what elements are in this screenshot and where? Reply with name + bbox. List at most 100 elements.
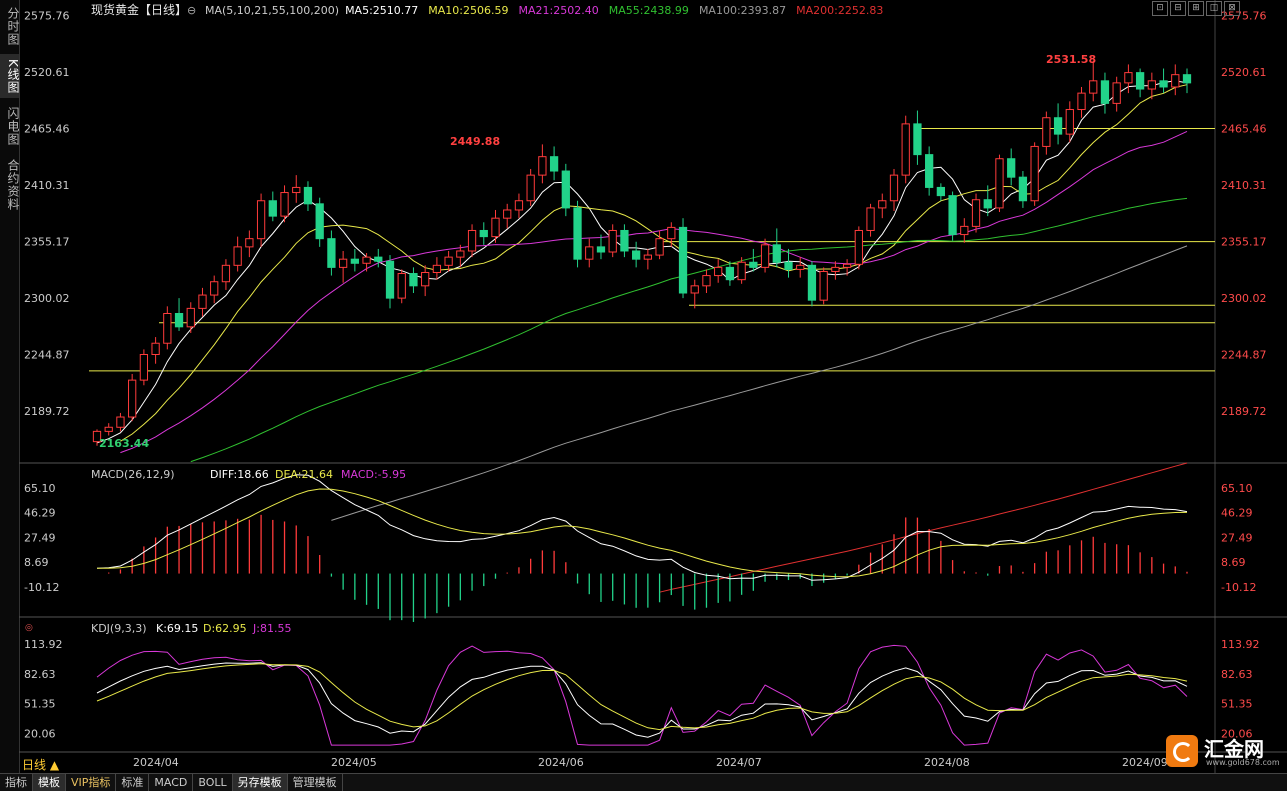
candle-body [444, 256, 453, 266]
tab-save-template[interactable]: 另存模板 [232, 774, 288, 791]
split-icon[interactable]: ◫ [1206, 1, 1222, 16]
tab-contract-info[interactable]: 合约资料 [0, 156, 20, 214]
candle-body [678, 226, 688, 294]
candle-body [151, 342, 160, 356]
candle-body [409, 273, 418, 287]
tab-flash[interactable]: 闪电图 [0, 104, 20, 148]
kdj-marker-icon[interactable]: ◎ [25, 623, 33, 633]
tab-standard[interactable]: 标准 [116, 774, 150, 791]
ma5-line [96, 80, 1188, 444]
date-label: 2024/05 [331, 756, 377, 769]
price-tick-right: 2410.31 [1221, 179, 1267, 192]
date-label: 2024/04 [133, 756, 179, 769]
candle-body [796, 264, 805, 270]
candle-body [397, 273, 406, 299]
price-axis-left: 2575.76 2520.61 2465.46 2410.31 2355.17 2300.… [24, 9, 70, 418]
price-tick-left: 2189.72 [24, 405, 70, 418]
kdj-j: J:81.55 [252, 622, 291, 635]
candle-body [596, 246, 606, 253]
kdj-k: K:69.15 [156, 622, 198, 635]
date-label: 2024/08 [924, 756, 970, 769]
tab-boll[interactable]: BOLL [193, 774, 233, 791]
candle-body [784, 261, 793, 270]
macd-tick-right: 65.10 [1221, 482, 1253, 495]
candle-body [1171, 74, 1180, 88]
minimize-icon[interactable]: ⊟ [1170, 1, 1186, 16]
kdj-tick-right: 51.35 [1221, 698, 1253, 711]
settings-icon[interactable]: ⊖ [187, 4, 196, 17]
candle-body [221, 264, 231, 283]
kdj-d-line [96, 663, 1188, 731]
candle-body [878, 200, 887, 209]
close-icon[interactable]: ⊠ [1224, 1, 1240, 16]
kdj-tick-right: 82.63 [1221, 668, 1253, 681]
candle-body [338, 258, 348, 268]
candle-body [831, 266, 840, 272]
candle-body [702, 275, 711, 287]
ma10-value: MA10:2506.59 [428, 4, 508, 17]
price-tick-right: 2520.61 [1221, 66, 1267, 79]
tab-kline[interactable]: K线图 [0, 54, 20, 98]
candle-body [1053, 117, 1063, 135]
macd-tick-left: 27.49 [24, 531, 56, 544]
candle-body [655, 238, 664, 256]
macd-tick-left: 65.10 [24, 482, 56, 495]
tab-macd[interactable]: MACD [149, 774, 194, 791]
candle-body [690, 285, 699, 294]
logo: 汇金网 www.gold678.com [1166, 733, 1280, 769]
candle-body [1065, 109, 1074, 135]
kline-chart[interactable]: 65.10 65.10 46.29 46.29 27.49 27.49 8.69 8.69 -1… [19, 0, 1287, 773]
candle-body [643, 254, 652, 260]
candle-body [350, 258, 359, 264]
price-tick-right: 2355.17 [1221, 236, 1267, 249]
candle-body [620, 229, 629, 252]
candle-body [819, 270, 828, 301]
price-tick-right: 2244.87 [1221, 349, 1267, 362]
candle-body [104, 426, 113, 432]
candle-body [186, 307, 195, 328]
candle-body [174, 313, 184, 328]
bottom-toolbar: 指标 模板 VIP指标 标准 MACD BOLL 另存模板 管理模板 [0, 773, 1287, 791]
price-axis-right: 2575.762520.612465.462410.312355.172300.… [1221, 9, 1267, 418]
macd-tick-right: 8.69 [1221, 556, 1246, 569]
candle-body [456, 250, 465, 258]
candle-body [807, 264, 817, 301]
sidebar: 分时图 K线图 闪电图 合约资料 [0, 0, 20, 773]
candle-body [960, 225, 969, 236]
tab-indicator[interactable]: 指标 [0, 774, 33, 791]
price-tick-right: 2300.02 [1221, 292, 1267, 305]
period-button[interactable]: 日线 ▲ [22, 756, 59, 773]
tab-template[interactable]: 模板 [33, 774, 66, 791]
candle-body [913, 123, 922, 156]
candle-body [1124, 72, 1133, 84]
tab-vip-indicator[interactable]: VIP指标 [66, 774, 117, 791]
candle-body [538, 156, 547, 176]
candle-body [1030, 145, 1039, 202]
candle-body [421, 272, 430, 287]
candle-body [936, 186, 946, 197]
candle-body [585, 246, 594, 260]
instrument-title: 现货黄金【日线】 [91, 2, 187, 17]
candle-body [925, 154, 934, 188]
candle-body [210, 281, 219, 296]
candle-body [632, 250, 641, 260]
candle-body [901, 123, 910, 176]
candle-body [503, 209, 512, 219]
macd-tick-left: 8.69 [24, 556, 49, 569]
candle-body [772, 244, 781, 263]
tab-time-share[interactable]: 分时图 [0, 4, 20, 48]
maximize-icon[interactable]: ⊞ [1188, 1, 1204, 16]
candle-body [948, 195, 957, 236]
price-tick-left: 2465.46 [24, 123, 70, 136]
tab-manage-template[interactable]: 管理模板 [288, 774, 343, 791]
candle-body [608, 229, 617, 253]
candle-body [971, 199, 981, 227]
candle-body [280, 192, 289, 217]
candle-body [1018, 176, 1028, 202]
candle-body [233, 246, 242, 266]
restore-icon[interactable]: ⊡ [1152, 1, 1168, 16]
candle-body [479, 229, 488, 238]
candle-body [667, 226, 676, 240]
macd-tick-right: 27.49 [1221, 531, 1253, 544]
candle-body [128, 379, 137, 418]
